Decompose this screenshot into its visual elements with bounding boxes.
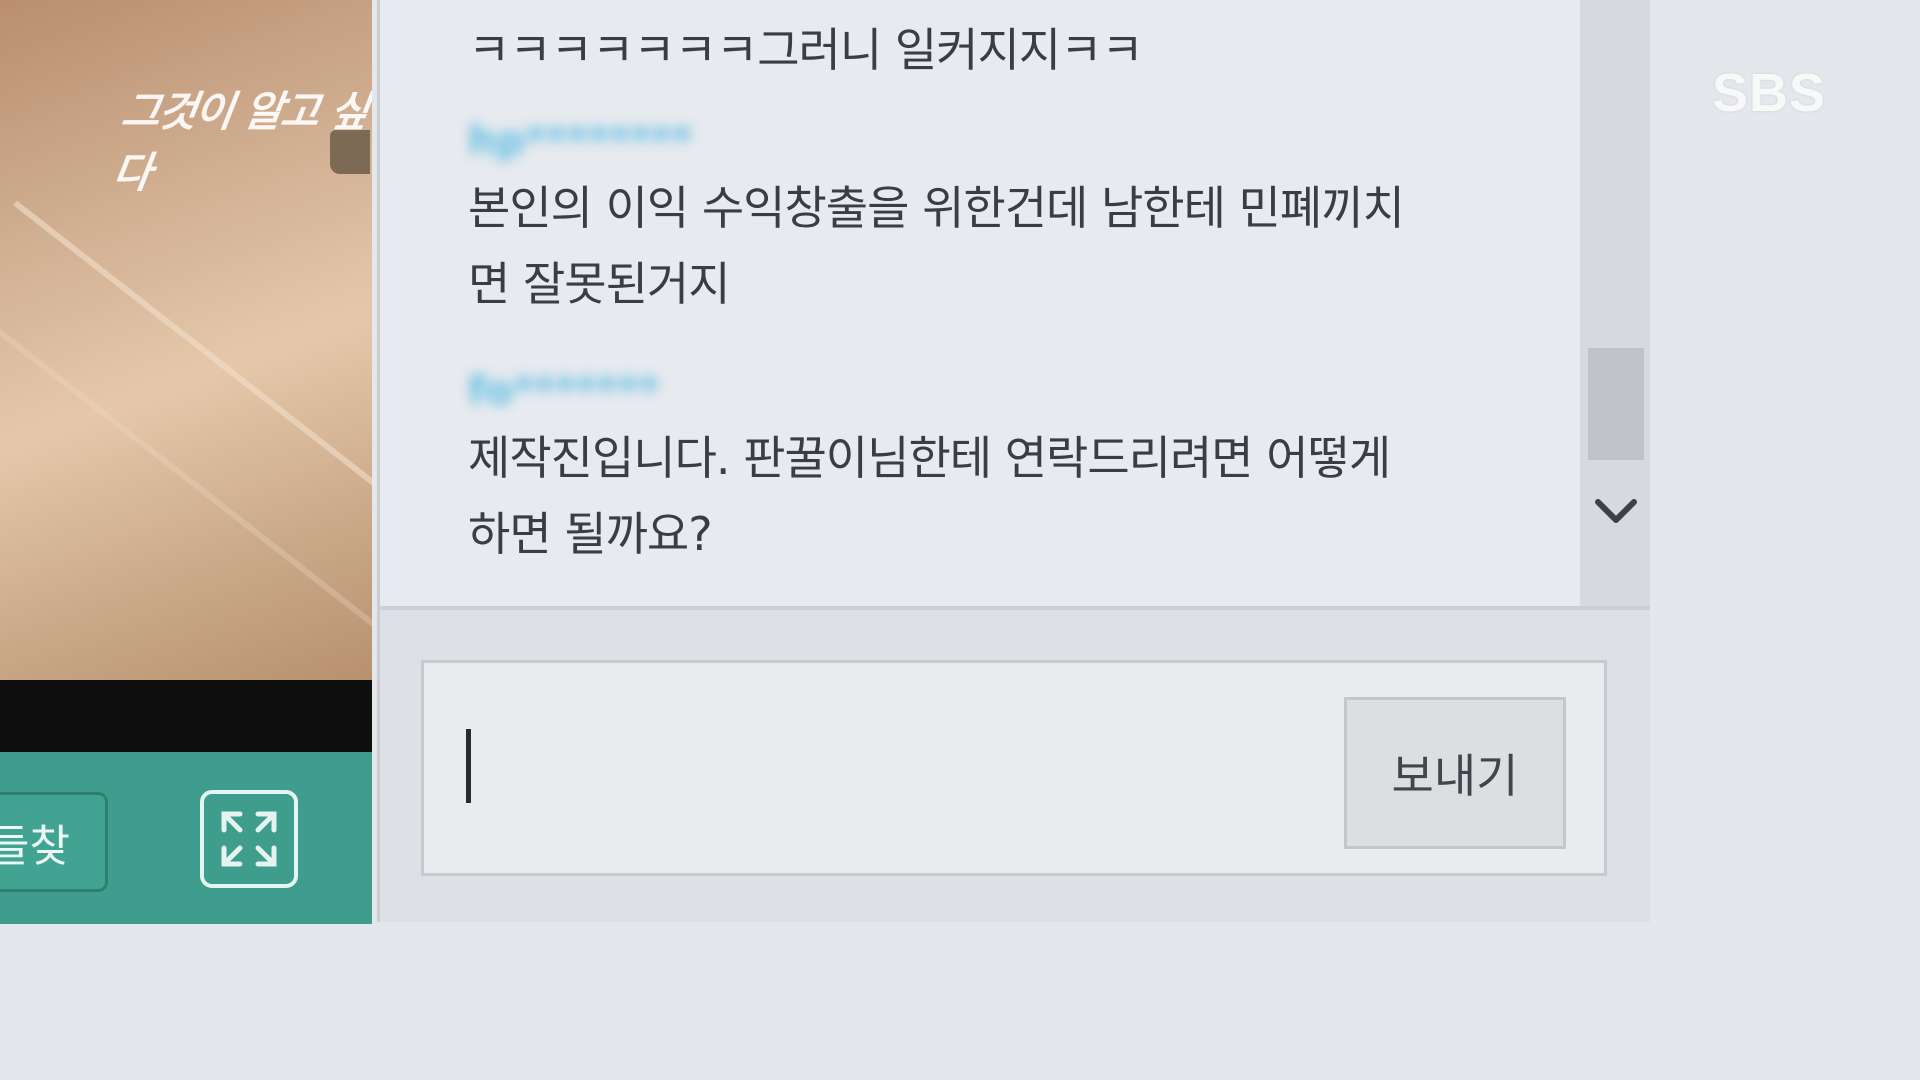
text-cursor xyxy=(466,729,471,803)
scroll-down-button[interactable] xyxy=(1592,486,1640,534)
video-control-bar: 들찾 xyxy=(0,752,372,924)
video-player[interactable]: 그것이 알고 싶다 xyxy=(0,0,372,680)
scrollbar-thumb[interactable] xyxy=(1588,348,1644,460)
bookmark-button[interactable]: 들찾 xyxy=(0,792,108,892)
fullscreen-button[interactable] xyxy=(200,790,298,888)
program-watermark: 그것이 알고 싶다 xyxy=(109,87,371,197)
chat-message-input[interactable]: 보내기 xyxy=(421,660,1607,876)
chat-scrollbar[interactable] xyxy=(1580,0,1650,606)
send-button[interactable]: 보내기 xyxy=(1344,697,1566,849)
chat-username[interactable]: fo******* xyxy=(468,368,659,414)
chat-username[interactable]: hp******** xyxy=(468,118,692,164)
chat-message: hp******** 본인의 이익 수익창출을 위한건데 남한테 민폐끼치 면 … xyxy=(468,118,1548,322)
bookmark-button-label: 들찾 xyxy=(0,821,70,872)
chat-message: ㅋㅋㅋㅋㅋㅋㅋ그러니 일커지지ㅋㅋ xyxy=(468,12,1548,88)
chevron-down-icon xyxy=(1595,499,1637,523)
chat-message-text: 본인의 이익 수익창출을 위한건데 남한테 민폐끼치 면 잘못된거지 xyxy=(468,181,1405,311)
chat-message: fo******* 제작진입니다. 판꿀이님한테 연락드리려면 어떻게 하면 될… xyxy=(468,368,1548,572)
broadcaster-logo: SBS xyxy=(1712,63,1827,123)
chat-message-list[interactable]: ㅋㅋㅋㅋㅋㅋㅋ그러니 일커지지ㅋㅋ hp******** 본인의 이익 수익창출… xyxy=(380,0,1580,606)
chat-input-area: 보내기 xyxy=(380,606,1650,922)
chat-message-text: 제작진입니다. 판꿀이님한테 연락드리려면 어떻게 하면 될까요? xyxy=(468,431,1391,561)
chat-panel: ㅋㅋㅋㅋㅋㅋㅋ그러니 일커지지ㅋㅋ hp******** 본인의 이익 수익창출… xyxy=(377,0,1650,922)
video-scene-line xyxy=(0,310,372,636)
chat-message-text: ㅋㅋㅋㅋㅋㅋㅋ그러니 일커지지ㅋㅋ xyxy=(468,23,1144,77)
expand-arrows-icon xyxy=(221,811,277,867)
video-letterbox xyxy=(0,680,372,752)
screen: 그것이 알고 싶다 들찾 ㅋㅋㅋㅋㅋㅋㅋ그러니 일커지지ㅋㅋ hp****** xyxy=(0,0,1920,1080)
video-scene-line xyxy=(13,200,372,526)
